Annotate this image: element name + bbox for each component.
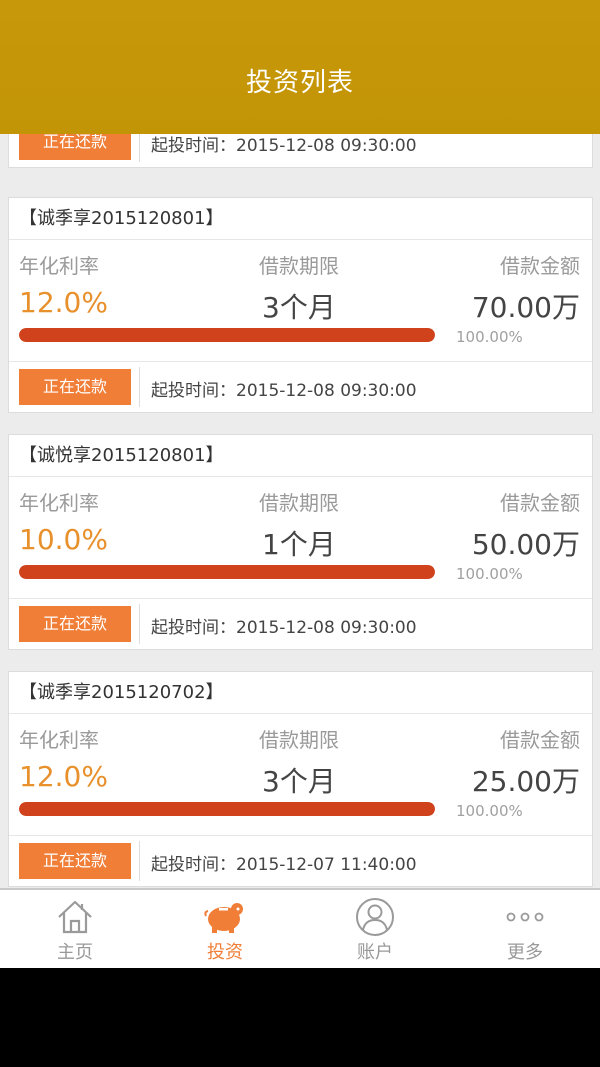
page-title: 投资列表 bbox=[245, 67, 354, 98]
tab-home[interactable]: 主页 bbox=[0, 890, 150, 968]
rate-label: 年化利率 bbox=[19, 728, 99, 752]
loan-amount-value: 50.00万 bbox=[471, 528, 580, 561]
more-dots-icon bbox=[504, 896, 546, 938]
start-time-label: 起投时间： bbox=[151, 855, 236, 875]
loan-amount-value: 70.00万 bbox=[471, 291, 580, 324]
start-time-label: 起投时间： bbox=[151, 136, 236, 156]
investment-card-partial[interactable]: 正在还款 起投时间：2015-12-08 09:30:00 bbox=[8, 134, 593, 168]
investment-card[interactable]: 【诚悦享2015120801】 年化利率 借款期限 借款金额 10.0% 1个月… bbox=[8, 434, 593, 650]
repaying-status-button[interactable]: 正在还款 bbox=[19, 843, 131, 879]
system-navigation-area bbox=[0, 968, 600, 1067]
start-time: 起投时间：2015-12-08 09:30:00 bbox=[151, 613, 417, 638]
start-time-label: 起投时间： bbox=[151, 618, 236, 638]
card-body: 年化利率 借款期限 借款金额 12.0% 3个月 25.00万 100.00% bbox=[9, 714, 592, 836]
tab-account[interactable]: 账户 bbox=[300, 890, 450, 968]
loan-amount-value: 25.00万 bbox=[471, 765, 580, 798]
progress-percent: 100.00% bbox=[456, 328, 523, 346]
term-label: 借款期限 bbox=[259, 491, 339, 515]
tab-label: 更多 bbox=[507, 942, 543, 963]
tab-more[interactable]: 更多 bbox=[450, 890, 600, 968]
investment-card[interactable]: 【诚季享2015120801】 年化利率 借款期限 借款金额 12.0% 3个月… bbox=[8, 197, 593, 413]
tab-label: 投资 bbox=[207, 942, 243, 963]
start-time: 起投时间：2015-12-07 11:40:00 bbox=[151, 850, 417, 875]
start-time-value: 2015-12-08 09:30:00 bbox=[236, 136, 417, 156]
annual-rate-value: 12.0% bbox=[19, 286, 108, 319]
investment-card[interactable]: 【诚季享2015120702】 年化利率 借款期限 借款金额 12.0% 3个月… bbox=[8, 671, 593, 887]
card-title: 【诚季享2015120702】 bbox=[9, 672, 592, 714]
divider bbox=[139, 604, 140, 644]
progress-bar-fill bbox=[19, 565, 435, 579]
divider bbox=[139, 367, 140, 407]
card-title: 【诚季享2015120801】 bbox=[9, 198, 592, 240]
progress-bar-fill bbox=[19, 802, 435, 816]
app-screen: 投资列表 正在还款 起投时间：2015-12-08 09:30:00 【诚季享2… bbox=[0, 0, 600, 968]
loan-term-value: 3个月 bbox=[262, 765, 336, 798]
repaying-status-button[interactable]: 正在还款 bbox=[19, 134, 131, 160]
amount-label: 借款金额 bbox=[500, 728, 580, 752]
progress-bar-fill bbox=[19, 328, 435, 342]
progress-bar bbox=[19, 802, 435, 816]
progress-bar bbox=[19, 565, 435, 579]
loan-term-value: 1个月 bbox=[262, 528, 336, 561]
start-time: 起投时间：2015-12-08 09:30:00 bbox=[151, 376, 417, 401]
tab-invest[interactable]: 投资 bbox=[150, 890, 300, 968]
loan-term-value: 3个月 bbox=[262, 291, 336, 324]
annual-rate-value: 10.0% bbox=[19, 523, 108, 556]
repaying-status-button[interactable]: 正在还款 bbox=[19, 369, 131, 405]
bottom-tab-bar: 主页 投资 账户 更多 bbox=[0, 888, 600, 968]
start-time-value: 2015-12-08 09:30:00 bbox=[236, 618, 417, 638]
start-time-value: 2015-12-08 09:30:00 bbox=[236, 381, 417, 401]
divider bbox=[139, 134, 140, 162]
rate-label: 年化利率 bbox=[19, 254, 99, 278]
rate-label: 年化利率 bbox=[19, 491, 99, 515]
progress-percent: 100.00% bbox=[456, 802, 523, 820]
investment-list[interactable]: 正在还款 起投时间：2015-12-08 09:30:00 【诚季享201512… bbox=[0, 134, 600, 888]
repaying-status-button[interactable]: 正在还款 bbox=[19, 606, 131, 642]
divider bbox=[139, 841, 140, 881]
tab-label: 账户 bbox=[357, 942, 393, 963]
home-icon bbox=[54, 896, 96, 938]
card-footer: 正在还款 起投时间：2015-12-08 09:30:00 bbox=[9, 599, 592, 649]
title-bar: 投资列表 bbox=[0, 0, 600, 134]
start-time-value: 2015-12-07 11:40:00 bbox=[236, 855, 417, 875]
start-time-label: 起投时间： bbox=[151, 381, 236, 401]
card-body: 年化利率 借款期限 借款金额 12.0% 3个月 70.00万 100.00% bbox=[9, 240, 592, 362]
card-footer: 正在还款 起投时间：2015-12-08 09:30:00 bbox=[9, 362, 592, 412]
piggy-bank-icon bbox=[204, 896, 246, 938]
amount-label: 借款金额 bbox=[500, 491, 580, 515]
progress-bar bbox=[19, 328, 435, 342]
card-title: 【诚悦享2015120801】 bbox=[9, 435, 592, 477]
progress-percent: 100.00% bbox=[456, 565, 523, 583]
annual-rate-value: 12.0% bbox=[19, 760, 108, 793]
card-body: 年化利率 借款期限 借款金额 10.0% 1个月 50.00万 100.00% bbox=[9, 477, 592, 599]
term-label: 借款期限 bbox=[259, 254, 339, 278]
start-time: 起投时间：2015-12-08 09:30:00 bbox=[151, 134, 417, 156]
user-icon bbox=[354, 896, 396, 938]
card-footer: 正在还款 起投时间：2015-12-07 11:40:00 bbox=[9, 836, 592, 886]
card-footer: 正在还款 起投时间：2015-12-08 09:30:00 bbox=[9, 134, 592, 167]
term-label: 借款期限 bbox=[259, 728, 339, 752]
amount-label: 借款金额 bbox=[500, 254, 580, 278]
tab-label: 主页 bbox=[57, 942, 93, 963]
